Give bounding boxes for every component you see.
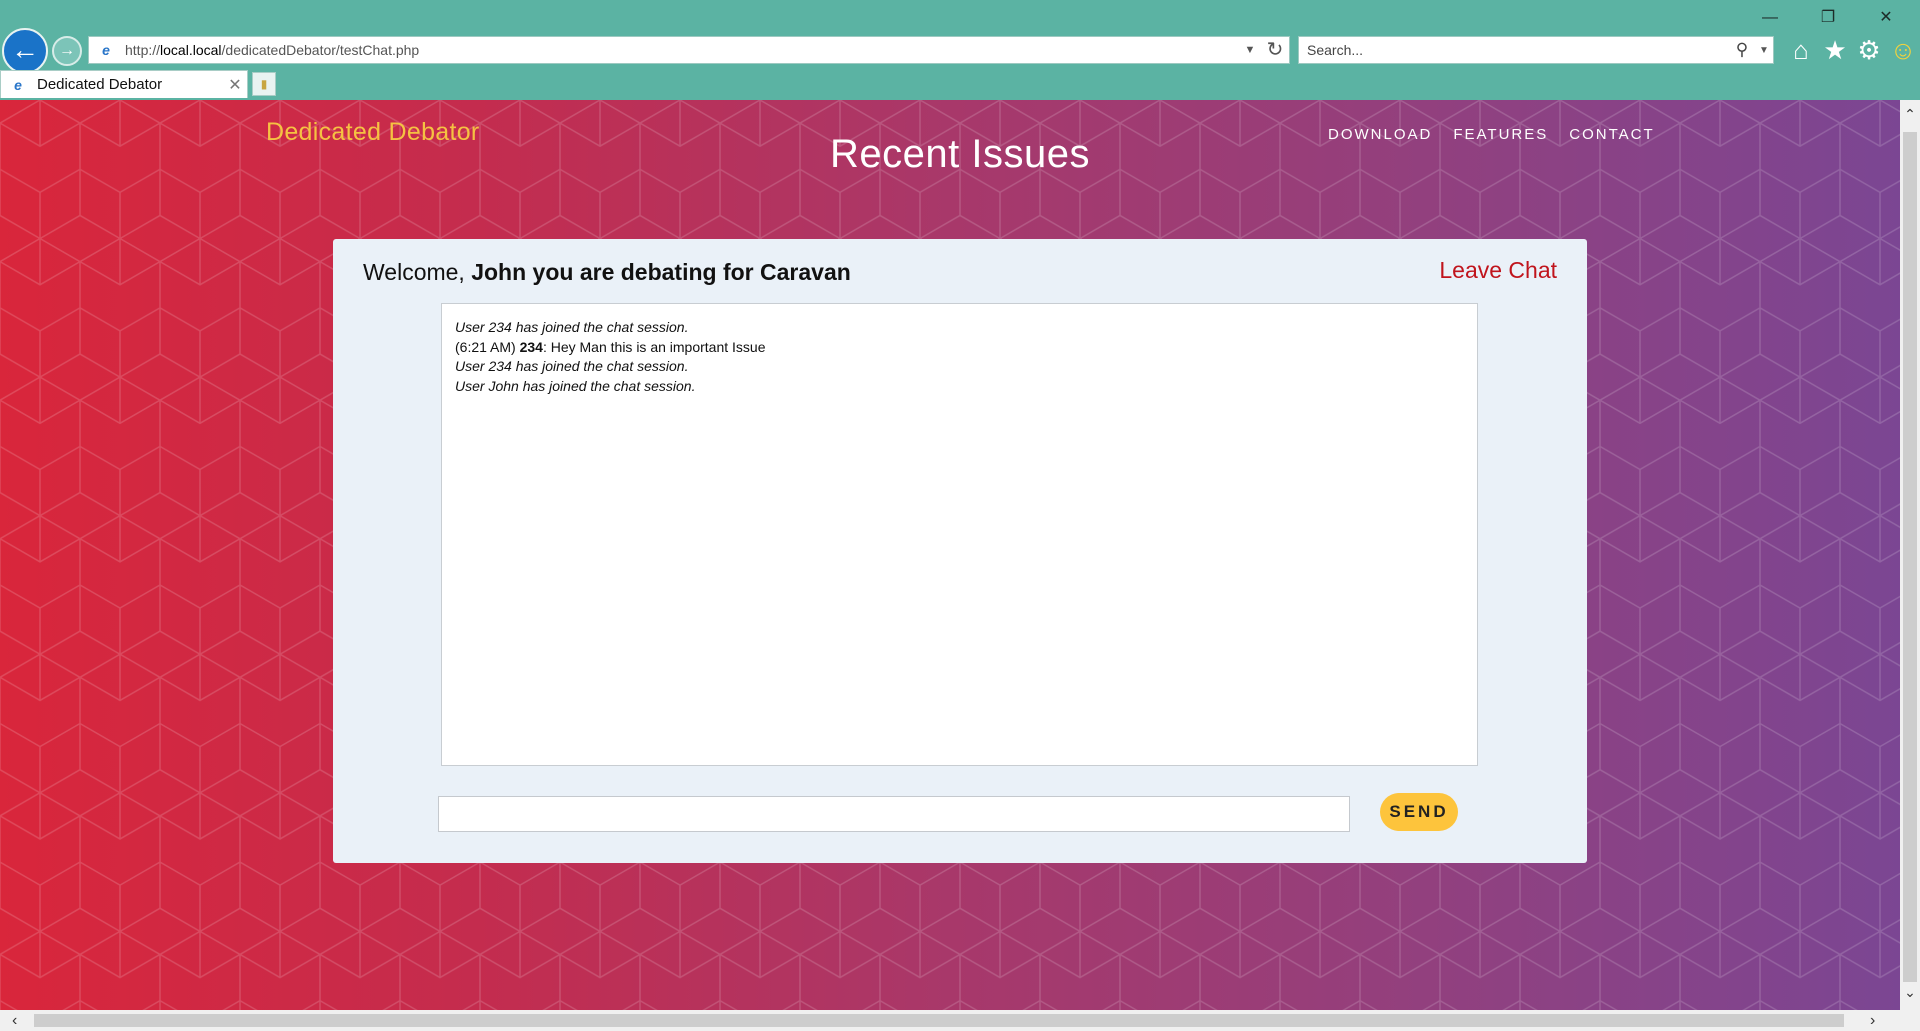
back-arrow-icon[interactable]: ←	[2, 28, 48, 74]
address-dropdown-icon[interactable]: ▼	[1239, 44, 1261, 56]
address-bar[interactable]: e http://local.local/dedicatedDebator/te…	[88, 36, 1290, 64]
scroll-up-icon[interactable]: ⌃	[1900, 106, 1920, 128]
chat-card: Welcome, John you are debating for Carav…	[333, 239, 1587, 863]
ie-page-icon: e	[102, 42, 110, 58]
favorites-star-icon[interactable]: ★	[1820, 34, 1850, 66]
close-window-icon[interactable]: ✕	[1868, 6, 1904, 30]
new-tab-button[interactable]: ▮	[252, 72, 276, 96]
vertical-scrollbar[interactable]: ⌃ ⌄	[1900, 100, 1920, 1010]
page-viewport: Dedicated Debator Recent Issues DOWNLOAD…	[0, 100, 1900, 1010]
chat-message: User John has joined the chat session.	[455, 377, 696, 394]
welcome-message: Welcome, John you are debating for Carav…	[363, 259, 851, 285]
nav-contact[interactable]: CONTACT	[1569, 126, 1654, 143]
message-time: (6:21 AM)	[455, 338, 520, 355]
nav-download[interactable]: DOWNLOAD	[1328, 126, 1432, 143]
settings-gear-icon[interactable]: ⚙	[1854, 34, 1884, 66]
scroll-down-icon[interactable]: ⌄	[1900, 984, 1920, 1006]
feedback-smiley-icon[interactable]: ☺	[1888, 34, 1918, 66]
scroll-left-icon[interactable]: ‹	[12, 1012, 17, 1030]
browser-toolbar: ⌂ ★ ⚙ ☺	[1786, 34, 1918, 66]
message-text: : Hey Man this is an important Issue	[542, 338, 766, 355]
minimize-icon[interactable]: —	[1752, 6, 1788, 30]
search-dropdown-icon[interactable]: ▼	[1755, 45, 1773, 56]
tab-close-icon[interactable]: ✕	[223, 75, 247, 95]
tab-title: Dedicated Debator	[37, 76, 163, 93]
chat-message-input[interactable]	[438, 796, 1350, 832]
chat-log[interactable]: User 234 has joined the chat session. (6…	[441, 303, 1478, 766]
tab-favicon-icon: e	[14, 76, 22, 93]
nav-features[interactable]: FEATURES	[1453, 126, 1548, 143]
leave-chat-link[interactable]: Leave Chat	[1439, 257, 1557, 284]
search-input[interactable]	[1299, 42, 1729, 58]
forward-arrow-icon[interactable]: →	[52, 36, 82, 66]
chat-message: (6:21 AM) 234: Hey Man this is an import…	[455, 338, 1464, 358]
chat-message: User 234 has joined the chat session.	[455, 319, 689, 335]
scroll-right-icon[interactable]: ›	[1870, 1012, 1875, 1030]
refresh-icon[interactable]: ↻	[1261, 37, 1289, 63]
horizontal-scrollbar[interactable]: ‹ ›	[0, 1010, 1920, 1031]
search-bar[interactable]: ⚲ ▼	[1298, 36, 1774, 64]
send-button[interactable]: SEND	[1380, 793, 1458, 831]
vertical-scroll-thumb[interactable]	[1903, 132, 1917, 982]
chat-message: User 234 has joined the chat session.	[455, 358, 689, 374]
address-url[interactable]: http://local.local/dedicatedDebator/test…	[125, 42, 1239, 58]
restore-icon[interactable]: ❐	[1810, 6, 1846, 30]
home-icon[interactable]: ⌂	[1786, 34, 1816, 66]
horizontal-scroll-thumb[interactable]	[34, 1014, 1844, 1027]
search-icon[interactable]: ⚲	[1729, 40, 1755, 60]
welcome-user-side: John you are debating for Caravan	[471, 259, 851, 285]
site-nav: DOWNLOAD FEATURES CONTACT	[1328, 126, 1655, 143]
browser-tab[interactable]: e Dedicated Debator ✕	[0, 70, 248, 98]
message-author: 234	[519, 338, 543, 355]
